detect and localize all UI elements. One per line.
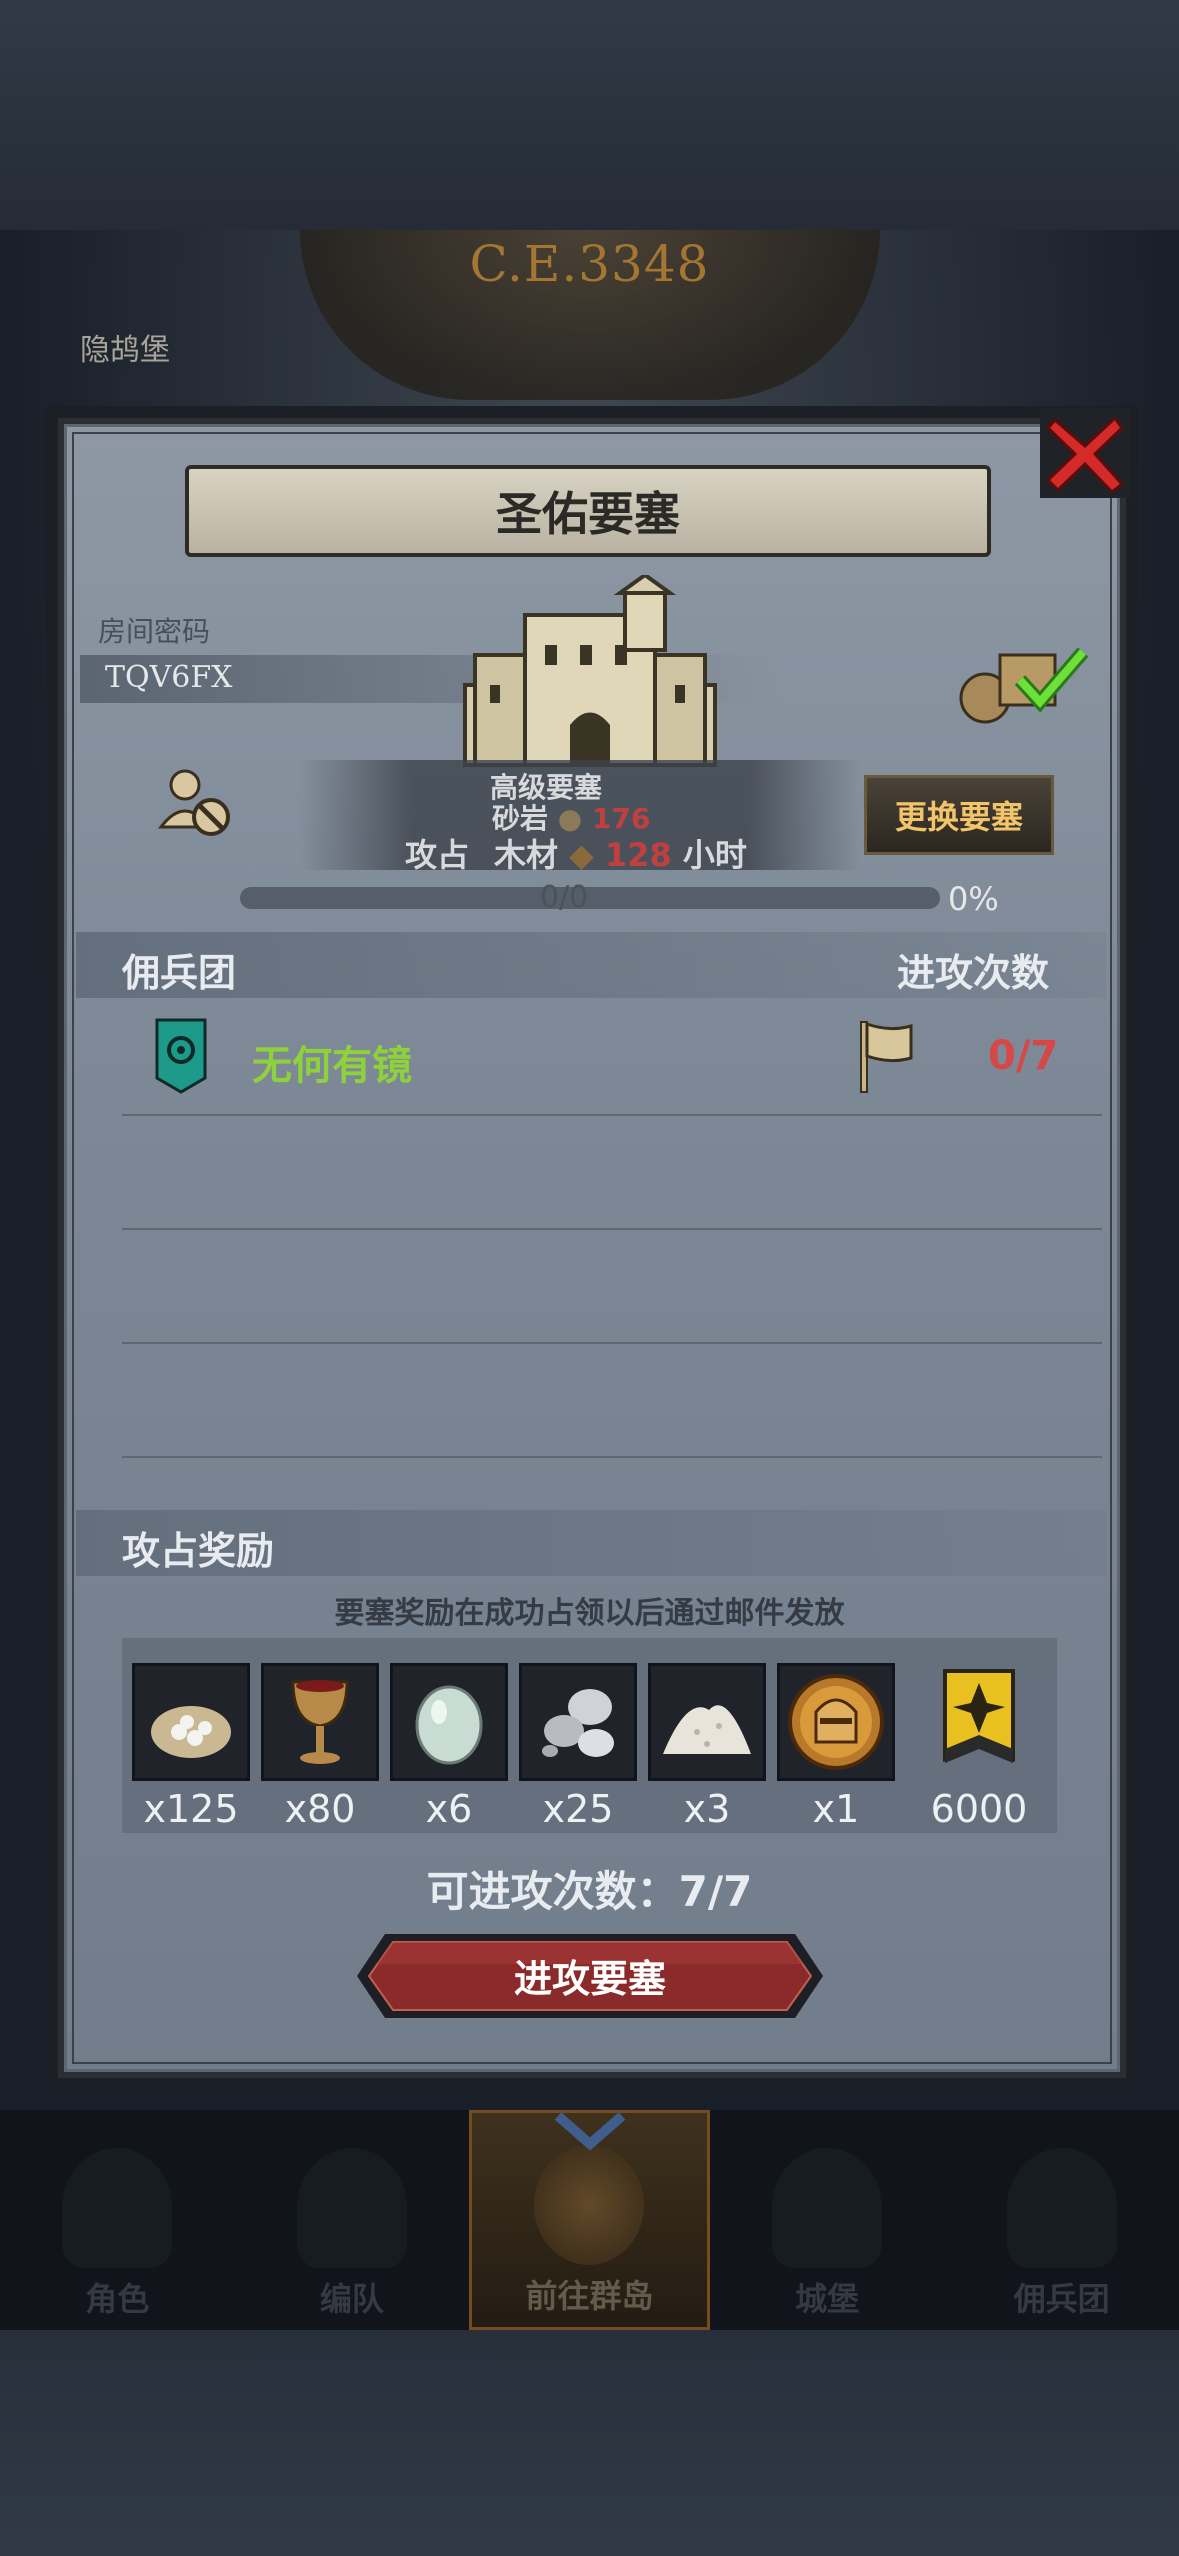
change-fortress-label: 更换要塞 xyxy=(894,798,1023,836)
user-ban-icon[interactable] xyxy=(155,765,235,840)
guild-badge-icon xyxy=(155,1018,207,1094)
duration-suffix: 小时 xyxy=(682,836,747,874)
reward-qty: x80 xyxy=(284,1787,356,1831)
guild-attack-count: 0/7 xyxy=(988,1033,1059,1079)
change-fortress-button[interactable]: 更换要塞 xyxy=(864,775,1054,855)
reward-note: 要塞奖励在成功占领以后通过邮件发放 xyxy=(334,1596,845,1631)
knight-helmet-medal-icon xyxy=(777,1663,895,1781)
goblet-icon xyxy=(261,1663,379,1781)
resource-value: 128 xyxy=(604,836,672,874)
guild-name[interactable]: 无何有镜 xyxy=(252,1033,412,1091)
reward-item[interactable]: x25 xyxy=(519,1663,637,1831)
reward-item[interactable]: x6 xyxy=(390,1663,508,1831)
title-banner: 圣佑要塞 xyxy=(185,465,991,557)
silver-ore-icon xyxy=(519,1663,637,1781)
occupy-progress-bar xyxy=(240,887,940,909)
row-divider xyxy=(122,1228,1102,1230)
banner-emblem-icon xyxy=(921,1663,1037,1781)
resource-wood: 木材 ◆ 128 小时 xyxy=(494,830,747,876)
reward-item[interactable]: x80 xyxy=(261,1663,379,1831)
reward-qty: x6 xyxy=(425,1787,473,1831)
close-button[interactable] xyxy=(1040,408,1130,498)
castle-icon xyxy=(463,575,717,767)
reward-qty: x125 xyxy=(143,1787,239,1831)
room-code[interactable]: TQV6FX xyxy=(105,660,233,695)
wood-icon: ◆ xyxy=(569,836,594,874)
supply-confirm-icon[interactable] xyxy=(955,640,1090,725)
reward-qty: x1 xyxy=(812,1787,860,1831)
flag-icon xyxy=(860,1021,913,1093)
dialog-title: 圣佑要塞 xyxy=(496,487,680,541)
reward-qty: x25 xyxy=(542,1787,614,1831)
reward-item[interactable]: x125 xyxy=(132,1663,250,1831)
sand-pile-icon xyxy=(648,1663,766,1781)
reward-item[interactable]: x3 xyxy=(648,1663,766,1831)
salt-sack-icon xyxy=(132,1663,250,1781)
row-divider xyxy=(122,1342,1102,1344)
progress-percent: 0% xyxy=(948,880,999,918)
room-code-label: 房间密码 xyxy=(98,615,211,648)
occupy-prefix: 攻占 xyxy=(405,836,470,874)
mercenary-header: 佣兵团 xyxy=(122,951,237,995)
row-divider xyxy=(122,1114,1102,1116)
reward-item[interactable]: x1 xyxy=(777,1663,895,1831)
pearl-stone-icon xyxy=(390,1663,508,1781)
progress-value: 0/0 xyxy=(540,880,589,915)
remaining-attacks: 可进攻次数：7/7 xyxy=(426,1867,753,1916)
attack-fortress-label: 进攻要塞 xyxy=(513,1957,666,2001)
resource-label: 木材 xyxy=(494,836,559,874)
close-icon xyxy=(1045,415,1125,495)
reward-item[interactable]: 6000 xyxy=(921,1663,1037,1831)
reward-qty: x3 xyxy=(683,1787,731,1831)
row-divider xyxy=(122,1456,1102,1458)
reward-qty: 6000 xyxy=(930,1787,1028,1831)
attack-count-header: 进攻次数 xyxy=(897,951,1050,995)
reward-header: 攻占奖励 xyxy=(122,1529,275,1573)
